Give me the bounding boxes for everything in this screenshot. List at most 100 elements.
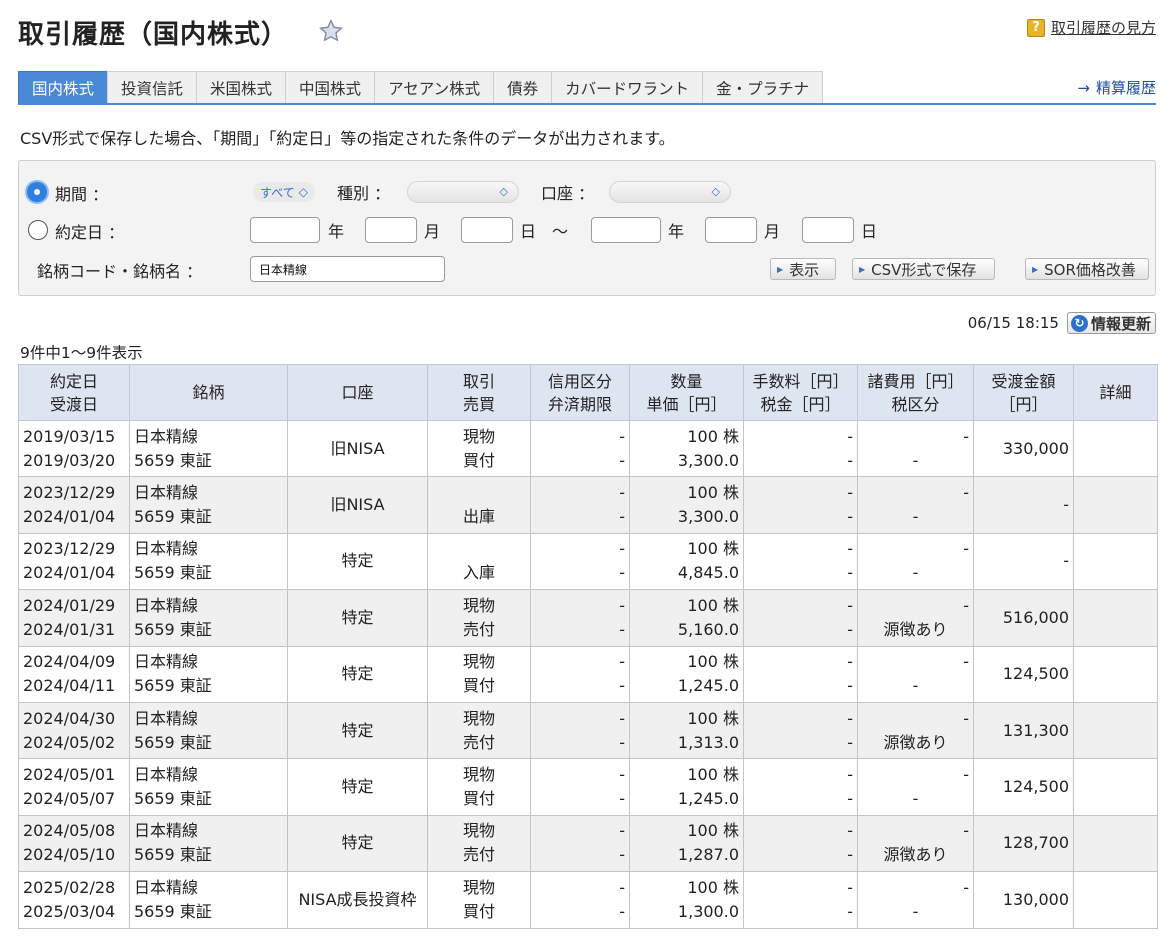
account-cell-value: 旧NISA bbox=[330, 438, 385, 458]
dates-cell: 2023/12/29 2024/01/04 bbox=[18, 476, 130, 534]
qty-price-cell-line: 100 株 bbox=[687, 483, 739, 503]
tax-category-value: 源徴あり bbox=[883, 619, 948, 639]
fee-tax-cell-line: - bbox=[847, 450, 853, 470]
stock-cell: 日本精線 5659 東証 bbox=[129, 814, 288, 873]
stock-cell-line: 5659 東証 bbox=[134, 563, 212, 583]
to-month-input[interactable] bbox=[705, 217, 757, 243]
credit-cell: -- bbox=[530, 701, 630, 760]
detail-cell[interactable] bbox=[1073, 476, 1158, 534]
qty-price-cell-line: 100 株 bbox=[687, 765, 739, 785]
stock-cell: 日本精線 5659 東証 bbox=[129, 758, 288, 816]
trade-cell: 現物 買付 bbox=[427, 758, 531, 816]
expense-cell: - 源徴あり bbox=[857, 814, 974, 873]
settlement-history-label: 精算履歴 bbox=[1095, 79, 1156, 97]
help-link[interactable]: 取引履歴の見方 bbox=[1051, 17, 1156, 38]
dates-cell-line: 2023/12/29 bbox=[23, 539, 116, 559]
dates-cell-line: 2024/01/04 bbox=[23, 563, 116, 583]
to-year-input[interactable] bbox=[591, 217, 661, 243]
tab-2[interactable]: 米国株式 bbox=[196, 71, 286, 104]
credit-cell-line: - bbox=[619, 619, 625, 639]
credit-cell-line: - bbox=[619, 426, 625, 446]
trade-cell-line bbox=[432, 537, 526, 561]
play-triangle-icon: ▶ bbox=[1032, 264, 1039, 274]
account-select[interactable]: ◇ bbox=[609, 181, 731, 203]
detail-cell[interactable] bbox=[1073, 589, 1158, 647]
from-day-input[interactable] bbox=[461, 217, 513, 243]
column-header-line: 約定日 bbox=[49, 371, 98, 391]
tab-7[interactable]: 金・プラチナ bbox=[702, 71, 824, 104]
trade-cell-line: 出庫 bbox=[462, 507, 495, 527]
timestamp: 06/15 18:15 bbox=[967, 314, 1059, 332]
chevron-updown-icon: ◇ bbox=[711, 185, 720, 198]
period-select[interactable]: すべて ◇ bbox=[253, 182, 315, 202]
stock-name-input[interactable]: 日本精線 bbox=[250, 256, 445, 282]
dates-cell-line: 2024/05/02 bbox=[23, 732, 116, 752]
fee-tax-cell-line: - bbox=[847, 483, 853, 503]
expense-cell: -- bbox=[857, 758, 974, 816]
expense-cell: -- bbox=[857, 419, 974, 478]
stock-cell-line: 日本精線 bbox=[134, 483, 199, 503]
settlement-history-link[interactable]: → 精算履歴 bbox=[1077, 77, 1156, 98]
amount-cell-value: 131,300 bbox=[1002, 720, 1069, 740]
amount-cell: - bbox=[973, 476, 1074, 534]
refresh-button[interactable]: ↻ 情報更新 bbox=[1066, 312, 1156, 334]
fee-tax-cell-line: - bbox=[847, 845, 853, 865]
tab-6[interactable]: カバードワラント bbox=[551, 71, 703, 104]
favorite-star-icon[interactable] bbox=[318, 18, 344, 44]
from-month-input[interactable] bbox=[365, 217, 417, 243]
tax-category-value: - bbox=[912, 789, 919, 809]
dates-cell: 2024/01/29 2024/01/31 bbox=[18, 589, 130, 647]
trade-date-radio[interactable] bbox=[28, 220, 48, 240]
tab-4[interactable]: アセアン株式 bbox=[374, 71, 494, 104]
qty-price-cell: 100 株 5,160.0 bbox=[629, 589, 744, 647]
dates-cell: 2024/05/01 2024/05/07 bbox=[18, 758, 130, 816]
fee-tax-cell-line: - bbox=[847, 732, 853, 752]
tab-1[interactable]: 投資信託 bbox=[107, 71, 197, 104]
stock-cell-line: 日本精線 bbox=[134, 877, 199, 897]
dates-cell-line: 2024/01/29 bbox=[23, 595, 116, 615]
trade-cell: 現物 買付 bbox=[427, 419, 531, 478]
year-unit: 年 bbox=[668, 222, 685, 241]
column-header-line: 税区分 bbox=[891, 394, 940, 414]
column-header-line: 諸費用［円］ bbox=[867, 371, 964, 391]
column-header: 銘柄 bbox=[129, 364, 288, 421]
to-day-input[interactable] bbox=[802, 217, 854, 243]
detail-cell[interactable] bbox=[1073, 645, 1158, 703]
fee-tax-cell: -- bbox=[743, 758, 858, 816]
dates-cell-line: 2024/04/09 bbox=[23, 652, 116, 672]
credit-cell-line: - bbox=[619, 821, 625, 841]
detail-cell[interactable] bbox=[1073, 814, 1158, 873]
detail-cell[interactable] bbox=[1073, 871, 1158, 929]
csv-save-button[interactable]: ▶ CSV形式で保存 bbox=[852, 258, 995, 280]
qty-price-cell-line: 4,845.0 bbox=[677, 563, 739, 583]
help-link-group[interactable]: ? 取引履歴の見方 bbox=[1026, 17, 1156, 38]
refresh-bar: 06/15 18:15 ↻ 情報更新 bbox=[968, 312, 1156, 334]
market-tabs: 国内株式 投資信託 米国株式 中国株式 アセアン株式 債券 カバードワラント 金・プラチナ bbox=[18, 71, 824, 104]
detail-cell[interactable] bbox=[1073, 419, 1158, 478]
tab-5[interactable]: 債券 bbox=[493, 71, 552, 104]
detail-cell[interactable] bbox=[1073, 758, 1158, 816]
detail-cell[interactable] bbox=[1073, 701, 1158, 760]
table-row: 2023/12/29 2024/01/04 日本精線 5659 東証 特定 入庫 - -10… bbox=[18, 532, 1158, 591]
sor-button[interactable]: ▶ SOR価格改善 bbox=[1025, 258, 1149, 280]
type-select[interactable]: ◇ bbox=[407, 181, 519, 203]
account-cell-value: 旧NISA bbox=[330, 495, 385, 515]
trade-cell-line: 現物 bbox=[462, 821, 495, 841]
show-button[interactable]: ▶ 表示 bbox=[770, 258, 836, 280]
expense-value: - bbox=[963, 426, 969, 446]
credit-cell: -- bbox=[530, 758, 630, 816]
detail-cell[interactable] bbox=[1073, 532, 1158, 591]
stock-cell: 日本精線 5659 東証 bbox=[129, 476, 288, 534]
dates-cell: 2024/04/30 2024/05/02 bbox=[18, 701, 130, 760]
credit-cell-line: - bbox=[619, 507, 625, 527]
fee-tax-cell: -- bbox=[743, 532, 858, 591]
tab-3[interactable]: 中国株式 bbox=[285, 71, 375, 104]
tab-0[interactable]: 国内株式 bbox=[18, 71, 108, 104]
column-header: 約定日 受渡日 bbox=[18, 364, 130, 421]
column-header-line: 売買 bbox=[462, 394, 495, 414]
period-radio[interactable] bbox=[27, 182, 47, 202]
dates-cell-line: 2024/01/31 bbox=[23, 619, 116, 639]
account-cell: 特定 bbox=[287, 532, 428, 591]
from-year-input[interactable] bbox=[250, 217, 320, 243]
fee-tax-cell: -- bbox=[743, 701, 858, 760]
